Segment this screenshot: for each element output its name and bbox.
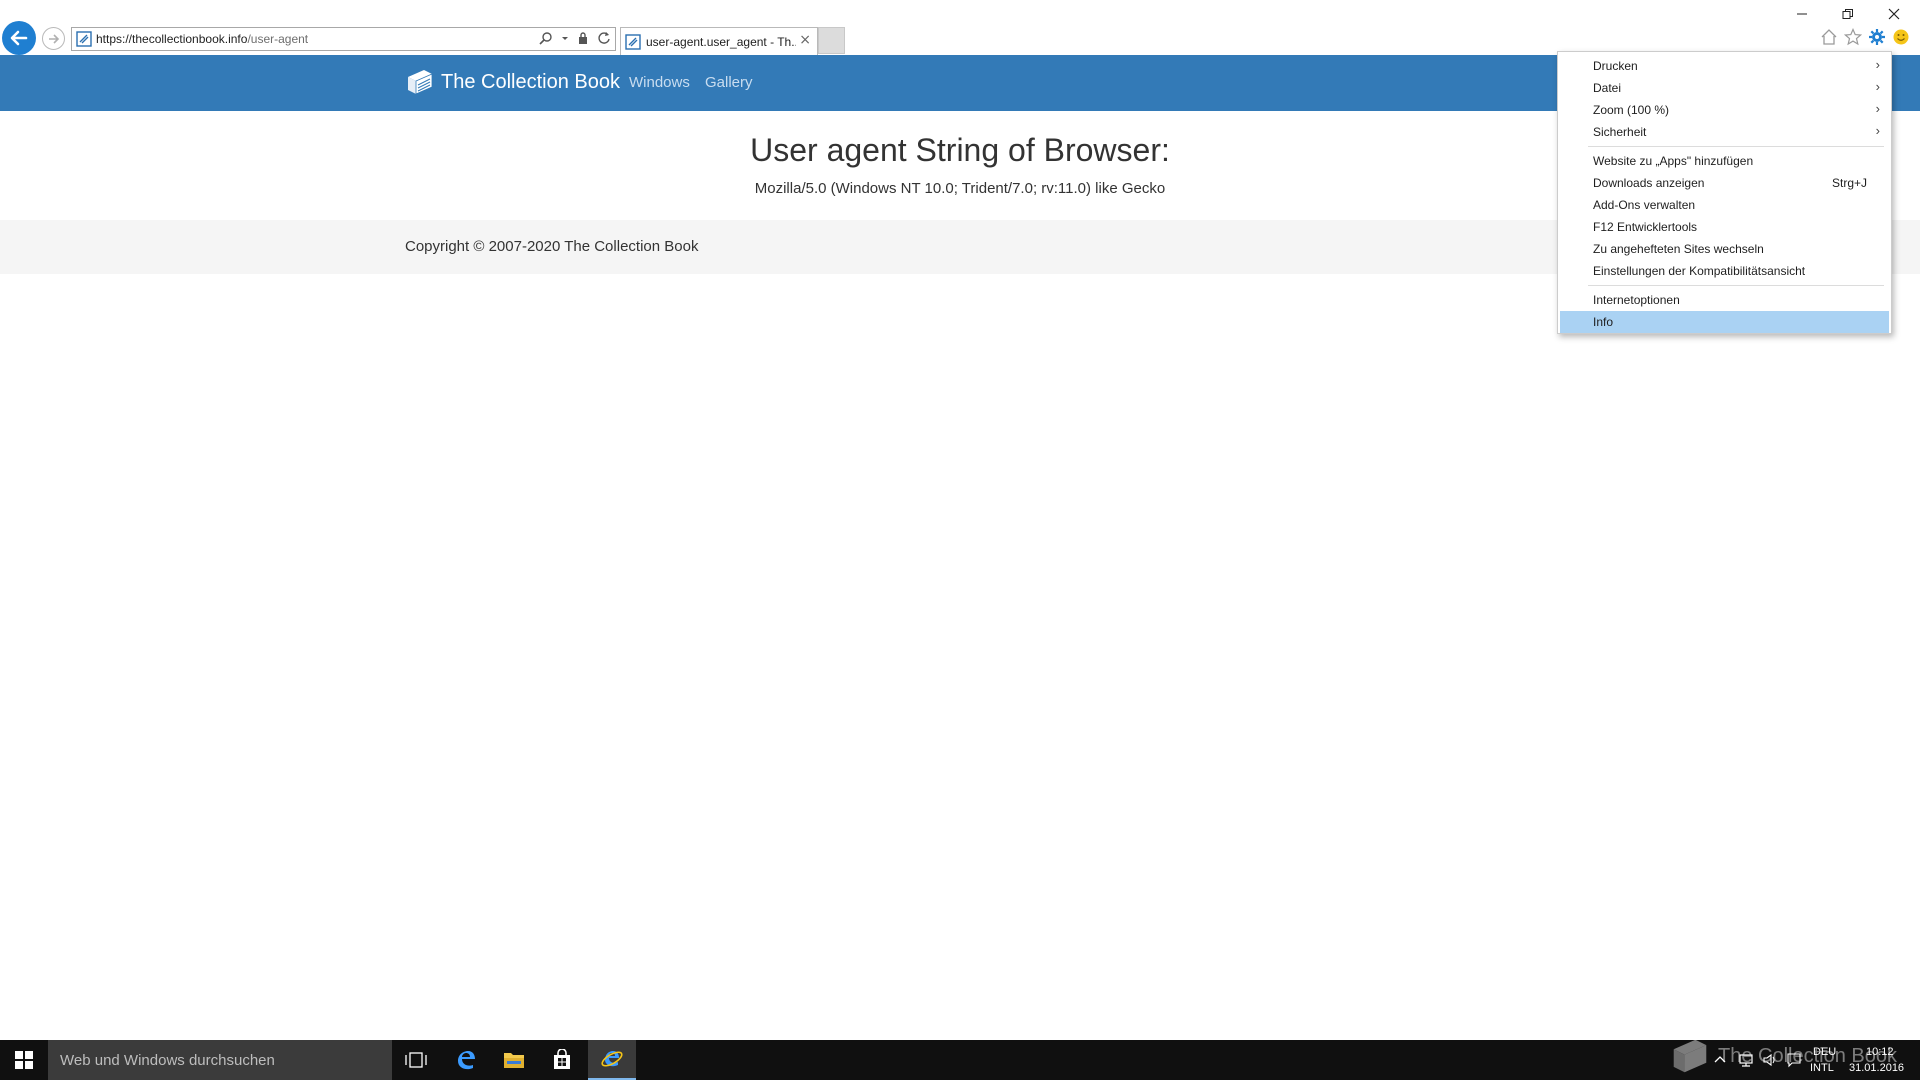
copyright-text: Copyright © 2007-2020 The Collection Boo… [405,238,699,255]
site-brand[interactable]: The Collection Book [405,68,620,96]
favorites-star-icon[interactable] [1844,28,1862,46]
menu-separator [1588,146,1884,147]
menu-item-datei[interactable]: Datei › [1560,77,1889,99]
menu-item-downloads[interactable]: Downloads anzeigen Strg+J [1560,172,1889,194]
arrow-right-icon [48,33,59,44]
menu-item-label: Datei [1593,81,1622,95]
url-text[interactable]: https://thecollectionbook.info/user-agen… [96,32,308,46]
menu-item-label: Drucken [1593,59,1638,73]
menu-item-label: Zu angehefteten Sites wechseln [1593,242,1764,256]
tab-favicon-icon [625,33,641,50]
menu-item-drucken[interactable]: Drucken › [1560,55,1889,77]
taskbar-search-placeholder: Web und Windows durchsuchen [60,1052,275,1069]
chevron-right-icon: › [1875,79,1880,94]
window-restore-button[interactable] [1838,4,1858,24]
home-icon[interactable] [1820,28,1838,46]
menu-item-addons[interactable]: Add-Ons verwalten [1560,194,1889,216]
site-favicon-icon [76,31,92,47]
command-icons [1820,28,1910,46]
arrow-left-icon [10,30,28,46]
refresh-icon[interactable] [597,31,611,45]
tab-active[interactable]: user-agent.user_agent - Th... × [620,27,818,55]
menu-item-sicherheit[interactable]: Sicherheit › [1560,121,1889,143]
tab-close-button[interactable]: × [799,32,811,48]
menu-item-label: Website zu „Apps" hinzufügen [1593,154,1754,168]
close-icon [1888,8,1900,20]
chevron-right-icon: › [1875,123,1880,138]
start-button[interactable] [0,1040,48,1080]
address-tools [539,31,611,45]
menu-item-pinned-sites[interactable]: Zu angehefteten Sites wechseln [1560,238,1889,260]
taskbar-explorer-button[interactable] [490,1040,538,1080]
menu-item-dev-tools[interactable]: F12 Entwicklertools [1560,216,1889,238]
new-tab-button[interactable] [818,27,845,54]
menu-item-shortcut: Strg+J [1831,176,1867,190]
internet-explorer-icon [601,1051,623,1067]
nav-link-gallery[interactable]: Gallery [705,74,753,91]
lock-icon[interactable] [577,31,589,45]
chevron-right-icon: › [1875,57,1880,72]
watermark-text: The Collection Book [1718,1044,1897,1067]
taskbar-search-box[interactable]: Web und Windows durchsuchen [48,1040,392,1080]
address-bar[interactable]: https://thecollectionbook.info/user-agen… [71,27,616,51]
windows-logo-icon [15,1051,33,1069]
forward-button[interactable] [42,27,65,50]
menu-item-label: Internetoptionen [1593,293,1680,307]
menu-item-label: Downloads anzeigen [1593,176,1705,190]
back-button[interactable] [2,21,36,55]
brand-title: The Collection Book [441,70,620,93]
tab-title: user-agent.user_agent - Th... [646,34,796,49]
watermark: The Collection Book [1668,1037,1897,1075]
tools-menu: Drucken › Datei › Zoom (100 %) › Sicherh… [1557,51,1892,334]
folder-icon [504,1053,524,1068]
dropdown-icon[interactable] [561,31,569,45]
menu-item-zoom[interactable]: Zoom (100 %) › [1560,99,1889,121]
menu-item-add-to-apps[interactable]: Website zu „Apps" hinzufügen [1560,150,1889,172]
window-minimize-button[interactable] [1792,4,1812,24]
url-host: https://thecollectionbook.info [96,32,248,46]
menu-item-label: Einstellungen der Kompatibilitätsansicht [1593,264,1806,278]
feedback-smiley-icon[interactable] [1892,28,1910,46]
nav-link-windows[interactable]: Windows [629,74,690,91]
task-view-icon [405,1052,427,1068]
menu-item-label: Add-Ons verwalten [1593,198,1696,212]
window-close-button[interactable] [1884,4,1904,24]
taskbar-ie-button[interactable] [588,1040,636,1080]
taskbar: Web und Windows durchsuchen DEU INTL 10:… [0,1040,1920,1080]
minimize-icon [1797,13,1807,15]
chevron-right-icon: › [1875,101,1880,116]
taskbar-edge-button[interactable] [442,1040,490,1080]
menu-item-label: F12 Entwicklertools [1593,220,1698,234]
gear-icon[interactable] [1868,28,1886,46]
restore-icon [1842,9,1853,19]
edge-icon [458,1051,475,1070]
taskbar-store-button[interactable] [538,1040,586,1080]
search-icon[interactable] [539,31,553,45]
menu-item-label: Info [1593,315,1614,329]
menu-item-info[interactable]: Info [1560,311,1889,333]
book-watermark-icon [1673,1039,1707,1073]
menu-separator [1588,285,1884,286]
task-view-button[interactable] [392,1040,440,1080]
menu-item-label: Zoom (100 %) [1593,103,1670,117]
menu-item-internet-options[interactable]: Internetoptionen [1560,289,1889,311]
menu-item-compat-view[interactable]: Einstellungen der Kompatibilitätsansicht [1560,260,1889,282]
store-bag-icon [554,1049,570,1069]
url-path: /user-agent [247,32,309,46]
book-logo-icon [408,70,433,95]
menu-item-label: Sicherheit [1593,125,1647,139]
browser-chrome: https://thecollectionbook.info/user-agen… [0,0,1920,55]
